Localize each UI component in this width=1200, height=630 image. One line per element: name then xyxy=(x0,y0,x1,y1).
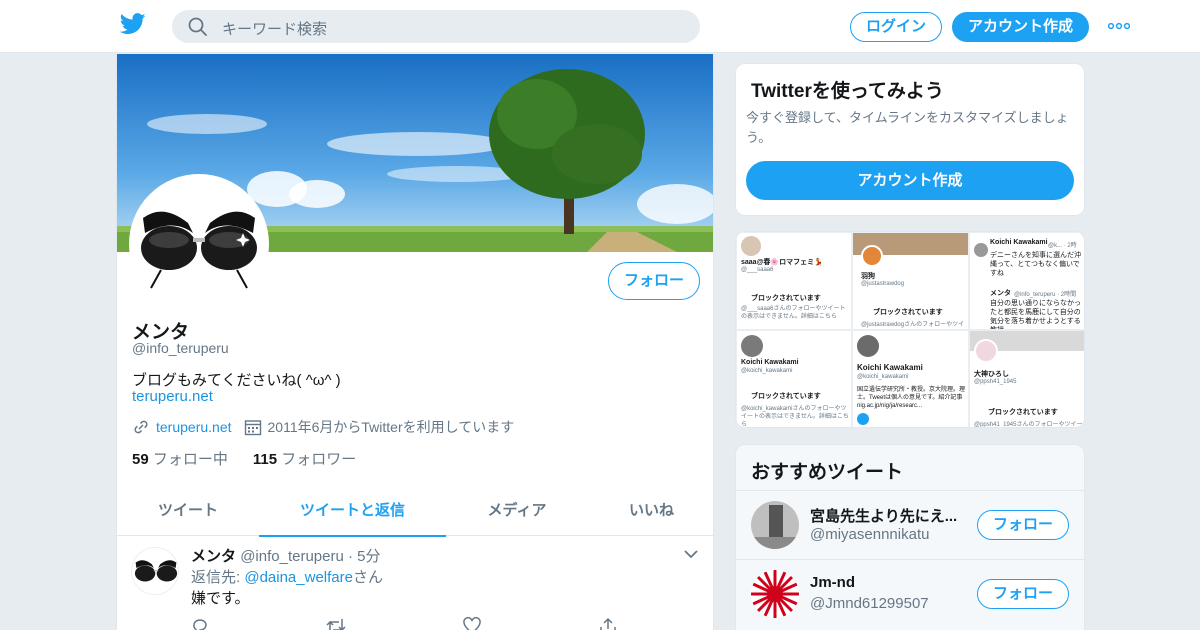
followers-link[interactable]: 115 フォロワー xyxy=(253,451,356,468)
statue-avatar-image xyxy=(751,501,799,549)
thumbnail-avatar xyxy=(741,236,761,256)
recommended-user-name[interactable]: Jm-nd xyxy=(810,574,970,591)
profile-meta: teruperu.net 2011年6月からTwitterを利用しています xyxy=(132,417,514,437)
sunglasses-avatar-image xyxy=(133,178,265,310)
retweet-icon[interactable] xyxy=(326,617,346,630)
recommended-follow-button[interactable]: フォロー xyxy=(977,579,1069,609)
follow-counts: 59 フォロー中 115 フォロワー xyxy=(132,448,356,469)
tweet-author-name[interactable]: メンタ xyxy=(191,548,236,565)
signup-button[interactable]: アカウント作成 xyxy=(952,12,1089,42)
thumbnail-avatar xyxy=(974,243,988,257)
recommended-user-handle[interactable]: @Jmnd61299507 xyxy=(810,595,929,612)
recommended-user-avatar[interactable] xyxy=(751,501,799,549)
profile-column: フォロー メンタ @info_teruperu ブログもみてくださいね( ^ω^… xyxy=(116,54,714,630)
recommended-follow-button[interactable]: フォロー xyxy=(977,510,1069,540)
top-navigation-bar: キーワード検索 ログイン アカウント作成 xyxy=(0,0,1200,53)
thumbnail-avatar xyxy=(974,339,998,363)
twitter-bird-icon[interactable] xyxy=(120,13,146,35)
media-thumbnail[interactable]: Koichi Kawakami @koichi_kawakami ブロックされて… xyxy=(736,330,852,427)
recommended-tweets-panel: おすすめツイート 宮島先生より先にえ... @miyasennnikatu フォ… xyxy=(735,444,1085,630)
media-thumbnail[interactable]: Koichi Kawakami @koichi_kawakami 国立遺伝学研究… xyxy=(852,330,969,427)
share-icon[interactable] xyxy=(599,617,617,630)
tweet-text: 嫌です。 xyxy=(191,590,250,607)
follow-button[interactable]: フォロー xyxy=(608,262,700,300)
media-thumbnail[interactable]: Koichi Kawakami @k... · 2時 デニーさんを知事に選んだ沖… xyxy=(969,232,1084,330)
recommended-user-avatar[interactable] xyxy=(751,570,799,618)
media-thumbnail[interactable]: 羽狗 @justastrawdog ブロックされています @justastraw… xyxy=(852,232,969,330)
media-grid[interactable]: saaa@春🌸ロマフェミ💃 @___saaa6 ブロックされています @___s… xyxy=(735,231,1085,428)
media-thumbnail[interactable]: 大神ひろし @ppsh41_1945 ブロックされています @ppsh41_19… xyxy=(969,330,1084,427)
search-box[interactable]: キーワード検索 xyxy=(172,10,700,43)
tweet-item[interactable]: メンタ @info_teruperu · 5分 返信先: @daina_welf… xyxy=(117,537,713,630)
bio-link[interactable]: teruperu.net xyxy=(132,388,213,405)
thumbnail-avatar xyxy=(861,245,883,267)
more-dots-icon[interactable] xyxy=(1108,22,1130,30)
signup-card-title: Twitterを使ってみよう xyxy=(751,81,944,102)
recommended-user-handle[interactable]: @miyasennnikatu xyxy=(810,526,929,543)
tweet-actions xyxy=(191,617,631,630)
signup-card-button[interactable]: アカウント作成 xyxy=(746,161,1074,200)
chevron-down-icon[interactable] xyxy=(683,549,699,559)
link-icon xyxy=(134,420,148,434)
joined-date: 2011年6月からTwitterを利用しています xyxy=(267,419,515,435)
media-thumbnail[interactable]: saaa@春🌸ロマフェミ💃 @___saaa6 ブロックされています @___s… xyxy=(736,232,852,330)
profile-handle: @info_teruperu xyxy=(132,340,229,356)
reply-to-user-link[interactable]: @daina_welfare xyxy=(244,569,353,586)
tweet-header: メンタ @info_teruperu · 5分 xyxy=(191,548,381,565)
tweet-avatar[interactable] xyxy=(131,547,179,595)
reply-context: 返信先: @daina_welfareさん xyxy=(191,569,383,586)
rising-sun-flag-avatar-image xyxy=(751,570,799,618)
calendar-icon xyxy=(244,420,261,436)
recommended-user-item[interactable]: Jm-nd @Jmnd61299507 フォロー xyxy=(736,559,1084,628)
profile-tabs: ツイート ツイートと返信 メディア いいね xyxy=(117,484,713,537)
tweet-author-handle[interactable]: @info_teruperu xyxy=(240,548,344,565)
tweet-time[interactable]: 5分 xyxy=(357,548,380,565)
search-input[interactable]: キーワード検索 xyxy=(222,18,327,39)
following-link[interactable]: 59 フォロー中 xyxy=(132,451,228,468)
search-icon xyxy=(188,17,207,36)
profile-avatar[interactable] xyxy=(129,174,269,314)
tab-likes[interactable]: いいね xyxy=(588,484,713,536)
reply-icon[interactable] xyxy=(191,617,209,630)
like-heart-icon[interactable] xyxy=(463,617,481,630)
sunglasses-avatar-image xyxy=(132,548,178,594)
tab-tweets-and-replies[interactable]: ツイートと返信 xyxy=(259,484,446,537)
signup-card: Twitterを使ってみよう 今すぐ登録して、タイムラインをカスタマイズしましょ… xyxy=(735,63,1085,216)
verified-badge-icon xyxy=(857,413,869,425)
recommended-title: おすすめツイート xyxy=(751,462,904,483)
thumbnail-avatar xyxy=(741,335,763,357)
signup-card-subtitle: 今すぐ登録して、タイムラインをカスタマイズしましょう。 xyxy=(746,110,1069,145)
login-button[interactable]: ログイン xyxy=(850,12,942,42)
recommended-user-name[interactable]: 宮島先生より先にえ... xyxy=(810,505,970,526)
website-link[interactable]: teruperu.net xyxy=(156,419,232,435)
profile-bio: ブログもみてくださいね( ^ω^ ) xyxy=(132,372,341,389)
tab-tweets[interactable]: ツイート xyxy=(117,484,259,536)
recommended-user-item[interactable]: 宮島先生より先にえ... @miyasennnikatu フォロー xyxy=(736,490,1084,559)
thumbnail-avatar xyxy=(857,335,879,357)
tab-media[interactable]: メディア xyxy=(446,484,588,536)
